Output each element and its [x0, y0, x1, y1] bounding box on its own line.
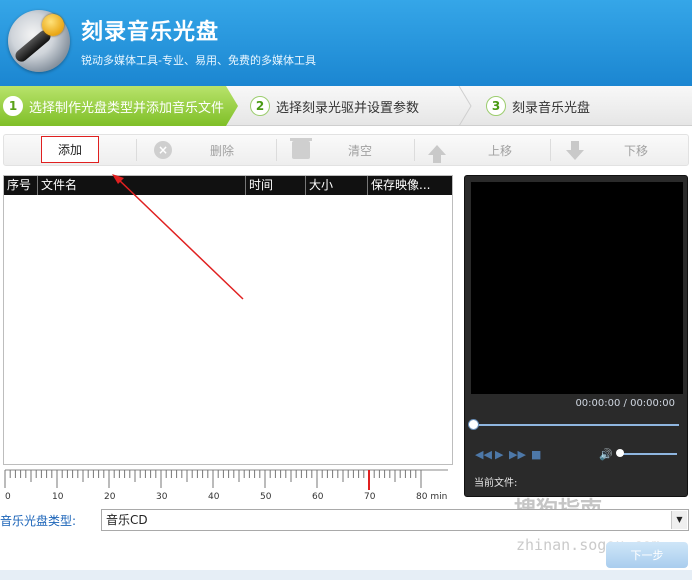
preview-player: 00:00:00 / 00:00:00 ◀◀ ▶ ▶▶ ■ 🔊 当前文件:: [464, 175, 688, 497]
volume-track[interactable]: [617, 453, 677, 455]
step-3[interactable]: 3 刻录音乐光盘: [486, 86, 686, 126]
current-file-label: 当前文件:: [474, 478, 518, 489]
clear-button[interactable]: 清空: [290, 135, 373, 165]
column-header-size[interactable]: 大小: [306, 176, 368, 195]
arrow-up-icon: [428, 145, 446, 163]
step-1-number: 1: [3, 96, 23, 116]
move-down-label: 下移: [624, 143, 649, 158]
disc-type-label: 音乐光盘类型:: [0, 514, 77, 528]
step-1[interactable]: 1 选择制作光盘类型并添加音乐文件: [0, 86, 238, 126]
ruler-label: 10: [52, 492, 64, 502]
video-screen: [471, 182, 683, 394]
volume-icon[interactable]: 🔊: [599, 448, 613, 461]
capacity-ruler: 0 10 20 30 40 50 60 70 80 min: [3, 468, 453, 502]
add-button[interactable]: 添加: [41, 136, 99, 163]
chevron-down-icon[interactable]: ▼: [671, 511, 687, 529]
delete-icon: ×: [154, 141, 172, 159]
move-down-button[interactable]: 下移: [566, 135, 648, 165]
next-button[interactable]: 下一步: [606, 542, 688, 568]
app-title: 刻录音乐光盘: [81, 20, 220, 45]
ruler-label: 30: [156, 492, 168, 502]
ruler-label: 40: [208, 492, 220, 502]
move-up-label: 上移: [488, 143, 513, 158]
ruler-label: 80 min: [416, 492, 447, 502]
step-3-label: 刻录音乐光盘: [512, 100, 591, 116]
annotation-arrow: [112, 174, 244, 300]
play-icon[interactable]: ▶: [495, 448, 503, 461]
step-2-number: 2: [250, 96, 270, 116]
progress-slider-knob[interactable]: [468, 419, 479, 430]
rewind-icon[interactable]: ◀◀: [475, 448, 492, 461]
app-subtitle: 锐动多媒体工具-专业、易用、免费的多媒体工具: [81, 54, 316, 67]
app-header: 刻录音乐光盘 锐动多媒体工具-专业、易用、免费的多媒体工具: [0, 0, 692, 86]
step-1-label: 选择制作光盘类型并添加音乐文件: [29, 100, 225, 116]
step-chevron-icon: [458, 86, 472, 126]
trash-icon: [290, 138, 312, 159]
ruler-label: 60: [312, 492, 324, 502]
fast-forward-icon[interactable]: ▶▶: [509, 448, 526, 461]
disc-type-value: 音乐CD: [106, 513, 148, 527]
capacity-ruler-scale: 0 10 20 30 40 50 60 70 80 min: [4, 469, 448, 502]
arrow-down-icon: [566, 141, 584, 160]
clear-label: 清空: [348, 143, 373, 158]
ruler-label: 50: [260, 492, 272, 502]
move-up-button[interactable]: 上移: [428, 135, 512, 165]
column-header-save-image[interactable]: 保存映像...: [368, 176, 452, 195]
footer-bar: [0, 570, 692, 580]
ruler-label: 0: [5, 492, 11, 502]
delete-label: 删除: [210, 143, 235, 158]
ruler-label: 70: [364, 492, 376, 502]
playback-time: 00:00:00 / 00:00:00: [575, 398, 675, 409]
cd-microphone-logo-icon: [8, 10, 70, 72]
delete-button[interactable]: × 删除: [154, 135, 234, 165]
column-header-index[interactable]: 序号: [4, 176, 38, 195]
step-2-label: 选择刻录光驱并设置参数: [276, 100, 420, 116]
progress-track[interactable]: [473, 424, 679, 426]
disc-type-select[interactable]: 音乐CD ▼: [101, 509, 689, 531]
wizard-steps: 1 选择制作光盘类型并添加音乐文件 2 选择刻录光驱并设置参数 3 刻录音乐光盘: [0, 86, 692, 126]
file-toolbar: 添加 × 删除 清空 上移 下移: [3, 134, 689, 166]
step-2[interactable]: 2 选择刻录光驱并设置参数: [250, 86, 465, 126]
ruler-label: 20: [104, 492, 116, 502]
stop-icon[interactable]: ■: [531, 448, 541, 461]
volume-slider-knob[interactable]: [616, 449, 624, 457]
step-3-number: 3: [486, 96, 506, 116]
